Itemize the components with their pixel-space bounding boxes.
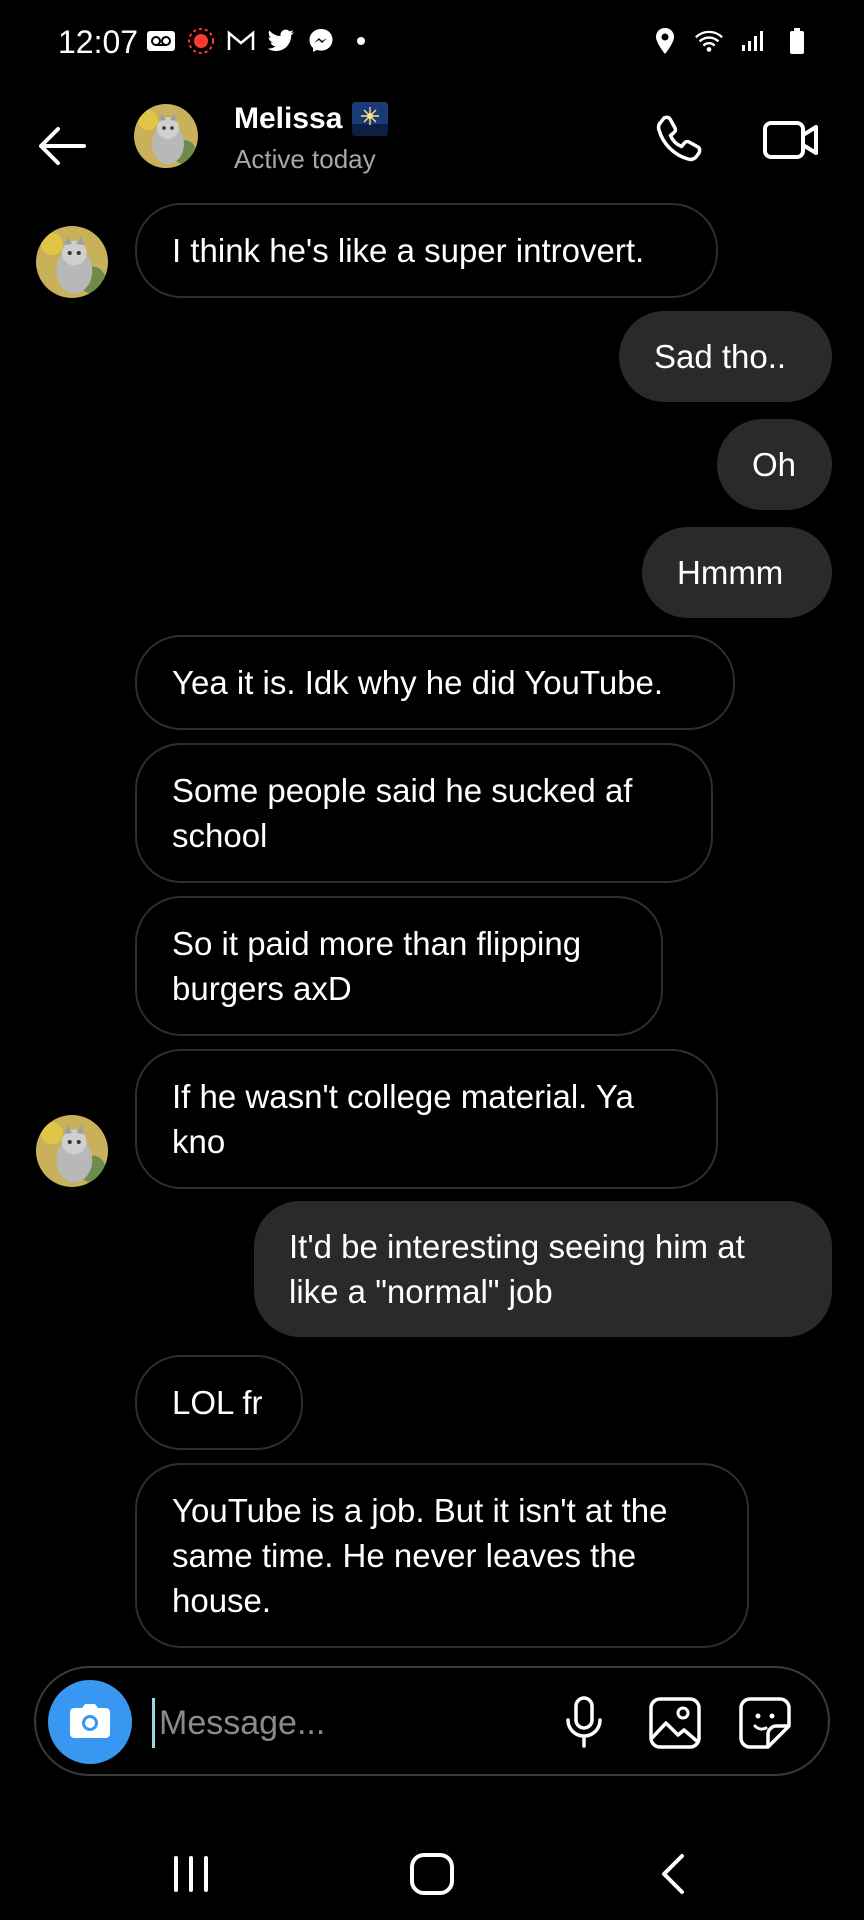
phone-icon [656, 115, 702, 162]
message-text: LOL fr [172, 1384, 263, 1421]
sticker-button[interactable] [736, 1694, 794, 1752]
message-bubble-outgoing[interactable]: Hmmm [642, 527, 832, 618]
message-bubble-outgoing[interactable]: Oh [717, 419, 832, 510]
system-nav-bar [0, 1820, 864, 1920]
battery-icon [782, 26, 812, 56]
avatar[interactable] [134, 104, 198, 168]
screen-record-icon [186, 26, 216, 56]
message-bubble-outgoing[interactable]: It'd be interesting seeing him at like a… [254, 1201, 832, 1337]
nav-back-button[interactable] [654, 1850, 694, 1898]
message-text: Sad tho.. [654, 338, 787, 375]
message-text: Oh [752, 446, 797, 483]
video-call-button[interactable] [760, 110, 824, 170]
cat-avatar-image [36, 1115, 108, 1187]
message-text: So it paid more than flipping burgers ax… [172, 925, 582, 1007]
image-gallery-icon [649, 1697, 701, 1749]
voice-message-button[interactable] [556, 1694, 612, 1750]
message-text: YouTube is a job. But it isn't at the sa… [172, 1492, 668, 1619]
status-bar: 12:07 [0, 0, 864, 90]
message-bubble-incoming[interactable]: If he wasn't college material. Ya kno [135, 1049, 718, 1189]
camera-button[interactable] [48, 1680, 132, 1764]
messenger-icon [306, 26, 336, 56]
twitter-icon [266, 26, 296, 56]
sparkle-night-sky-icon [352, 102, 388, 136]
avatar[interactable] [36, 1115, 108, 1187]
cat-avatar-image [134, 104, 198, 168]
recent-apps-icon [174, 1856, 208, 1892]
message-text: It'd be interesting seeing him at like a… [289, 1228, 745, 1310]
message-bubble-incoming[interactable]: LOL fr [135, 1355, 303, 1450]
message-bubble-incoming[interactable]: YouTube is a job. But it isn't at the sa… [135, 1463, 749, 1648]
message-bubble-incoming[interactable]: Some people said he sucked af school [135, 743, 713, 883]
message-text: Yea it is. Idk why he did YouTube. [172, 664, 664, 701]
chat-header: Melissa Active today [0, 90, 864, 210]
message-bubble-incoming[interactable]: Yea it is. Idk why he did YouTube. [135, 635, 735, 730]
message-text: Hmmm [677, 554, 784, 591]
location-icon [650, 26, 680, 56]
video-camera-icon [763, 121, 818, 159]
gmail-icon [226, 26, 256, 56]
gallery-button[interactable] [646, 1694, 704, 1752]
message-bubble-incoming[interactable]: I think he's like a super introvert. [135, 203, 718, 298]
microphone-icon [566, 1696, 602, 1748]
back-button[interactable] [32, 116, 92, 176]
arrow-left-icon [39, 127, 86, 165]
dot-icon [346, 26, 376, 56]
message-input[interactable] [152, 1698, 532, 1748]
wifi-icon [694, 26, 724, 56]
message-composer [34, 1666, 830, 1776]
message-text: I think he's like a super introvert. [172, 232, 645, 269]
cat-avatar-image [36, 226, 108, 298]
message-text: Some people said he sucked af school [172, 772, 633, 854]
message-text: If he wasn't college material. Ya kno [172, 1078, 634, 1160]
system-icons [650, 26, 812, 56]
signal-icon [738, 26, 768, 56]
camera-icon [70, 1704, 110, 1738]
audio-call-button[interactable] [650, 110, 710, 170]
message-bubble-outgoing[interactable]: Sad tho.. [619, 311, 832, 402]
recent-apps-button[interactable] [166, 1850, 216, 1898]
voicemail-icon [146, 26, 176, 56]
notification-icons [146, 26, 376, 56]
contact-status: Active today [234, 144, 376, 174]
status-time: 12:07 [58, 24, 139, 60]
contact-name[interactable]: Melissa [234, 102, 342, 136]
message-bubble-incoming[interactable]: So it paid more than flipping burgers ax… [135, 896, 663, 1036]
home-button[interactable] [406, 1850, 458, 1898]
chevron-left-icon [662, 1854, 684, 1894]
avatar[interactable] [36, 226, 108, 298]
sticker-icon [739, 1697, 791, 1749]
home-icon [410, 1853, 454, 1895]
